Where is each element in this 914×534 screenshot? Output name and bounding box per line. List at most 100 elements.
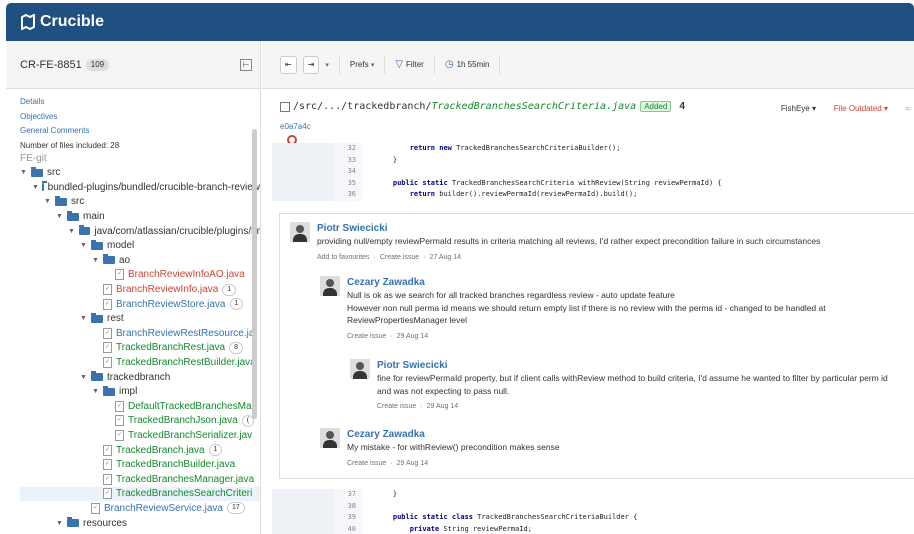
tree-folder[interactable]: ▼ java/com/atlassian/crucible/plugins/br <box>20 224 260 239</box>
comment-author[interactable]: Piotr Swiecicki <box>377 359 888 372</box>
toolbar-divider <box>433 55 435 74</box>
file-name[interactable]: TrackedBranchesSearchCriteria.java <box>431 101 636 112</box>
tree-item-label: TrackedBranchJson.java <box>128 415 238 427</box>
line-number[interactable]: 37 <box>334 489 362 501</box>
add-to-favourites-link[interactable]: Add to favourites <box>317 254 370 261</box>
file-outdated-menu[interactable]: File Outdated ▾ <box>834 104 888 113</box>
tree-item-label: TrackedBranchesSearchCriteri <box>116 488 253 500</box>
tree-folder[interactable]: ▼ trackedbranch <box>20 370 260 385</box>
tree-folder[interactable]: ▼ src <box>20 166 260 181</box>
caret-down-icon[interactable]: ▼ <box>80 315 88 322</box>
comment-author[interactable]: Piotr Swiecicki <box>317 222 820 235</box>
tree-folder[interactable]: ▼ ao <box>20 253 260 268</box>
tree-item-label: BranchReviewRestResource.ja <box>116 327 255 339</box>
create-issue-link[interactable]: Create issue <box>347 333 386 340</box>
general-comments-link[interactable]: General Comments <box>20 124 246 139</box>
code-text: private String reviewPermaId; <box>409 524 532 533</box>
folder-icon <box>91 371 103 382</box>
caret-down-icon[interactable]: ▼ <box>44 198 52 205</box>
next-file-button[interactable]: ⇥ <box>302 55 320 74</box>
tree-file[interactable]: ✓ DefaultTrackedBranchesMa <box>20 399 260 414</box>
create-issue-link[interactable]: Create issue <box>347 460 386 467</box>
prefs-label: Prefs <box>349 60 369 69</box>
tree-file[interactable]: ✓ BranchReviewService.java 17 <box>20 501 260 516</box>
caret-down-icon[interactable]: ▼ <box>80 374 88 381</box>
review-key[interactable]: CR-FE-8851 <box>20 59 82 71</box>
tree-file[interactable]: ✓ BranchReviewStore.java 1 <box>20 297 260 312</box>
caret-down-icon[interactable]: ▼ <box>20 169 28 176</box>
line-number[interactable]: 34 <box>334 166 362 178</box>
tree-folder[interactable]: ▼ main <box>20 209 260 224</box>
comment-author[interactable]: Cezary Zawadka <box>347 276 826 289</box>
create-issue-link[interactable]: Create issue <box>377 403 416 410</box>
fisheye-menu[interactable]: FishEye ▾ <box>781 104 816 113</box>
tree-item-label: main <box>83 211 105 223</box>
crucible-logo[interactable]: Crucible <box>20 13 104 31</box>
commit-link[interactable]: e0a7a4c <box>280 122 311 131</box>
prefs-menu[interactable]: Prefs ▾ <box>350 60 374 69</box>
avatar[interactable] <box>320 428 340 448</box>
file-header: /src/.../trackedbranch/TrackedBranchesSe… <box>262 89 914 145</box>
previous-file-button[interactable]: ⇤ <box>280 55 297 74</box>
caret-down-icon[interactable]: ▼ <box>56 213 64 220</box>
details-link[interactable]: Details <box>20 95 246 110</box>
tree-folder[interactable]: ▼ model <box>20 238 260 253</box>
tree-file[interactable]: ✓ TrackedBranchesSearchCriteri <box>20 486 260 502</box>
time-spent[interactable]: ◷ 1h 55min <box>445 59 490 70</box>
line-number[interactable]: 35 <box>334 177 362 189</box>
tree-folder[interactable]: ▼ resources <box>20 516 260 531</box>
gutter <box>272 143 334 155</box>
tree-item-label: src <box>47 167 61 179</box>
sidebar-scrollbar[interactable] <box>252 129 257 419</box>
caret-down-icon[interactable]: ▼ <box>68 228 76 235</box>
filter-button[interactable]: ▽ Filter <box>395 59 423 70</box>
tree-file[interactable]: ✓ BranchReviewRestResource.ja <box>20 326 260 341</box>
avatar[interactable] <box>290 222 310 242</box>
tree-folder[interactable]: ▼ bundled-plugins/bundled/crucible-branch… <box>20 180 260 195</box>
top-navigation-bar: Crucible <box>6 3 914 41</box>
tree-file[interactable]: ✓ TrackedBranchesManager.java <box>20 472 260 487</box>
caret-down-icon[interactable]: ▼ <box>92 388 100 395</box>
avatar[interactable] <box>320 276 340 296</box>
file-icon: ✓ <box>103 298 112 310</box>
comment-meta: Create issue · 29 Aug 14 <box>377 402 888 412</box>
collapse-sidebar-icon[interactable]: ⊢ <box>240 58 252 71</box>
file-tree: ▼ src ▼ bundled-plugins/bundled/crucible-br… <box>6 166 260 531</box>
tree-file[interactable]: ✓ TrackedBranchRestBuilder.java <box>20 355 260 370</box>
comment-author[interactable]: Cezary Zawadka <box>347 428 560 441</box>
code-block-top: 32 return new TrackedBranchesSearchCrite… <box>272 143 914 201</box>
avatar[interactable] <box>350 359 370 379</box>
review-count-badge: 109 <box>85 58 110 71</box>
tree-folder[interactable]: ▼ rest <box>20 311 260 326</box>
code-line: 39 public static class TrackedBranchesSe… <box>272 512 914 524</box>
expand-icon[interactable]: ⇐ <box>905 104 912 113</box>
caret-down-icon[interactable]: ▼ <box>80 242 88 249</box>
tree-file[interactable]: ✓ TrackedBranch.java 1 <box>20 443 260 458</box>
create-issue-link[interactable]: Create issue <box>380 254 419 261</box>
objectives-link[interactable]: Objectives <box>20 110 246 125</box>
filter-icon: ▽ <box>395 59 404 70</box>
line-number[interactable]: 33 <box>334 154 362 166</box>
tree-item-label: trackedbranch <box>107 371 171 383</box>
caret-down-icon[interactable]: ▼ <box>92 257 100 264</box>
file-icon: ✓ <box>91 502 100 514</box>
line-number[interactable]: 38 <box>334 500 362 512</box>
app-window: Crucible CR-FE-8851 109 ⊢ Details Object… <box>6 3 914 534</box>
line-number[interactable]: 32 <box>334 143 362 155</box>
tree-folder[interactable]: ▼ src <box>20 195 260 210</box>
chevron-down-icon[interactable]: ▾ <box>325 61 329 69</box>
line-number[interactable]: 36 <box>334 189 362 201</box>
caret-down-icon[interactable]: ▼ <box>32 184 39 191</box>
tree-file[interactable]: ✓ TrackedBranchJson.java( <box>20 414 260 429</box>
line-number[interactable]: 39 <box>334 512 362 524</box>
tree-item-label: BranchReviewStore.java <box>116 298 226 310</box>
line-number[interactable]: 40 <box>334 523 362 534</box>
tree-file[interactable]: ✓ TrackedBranchRest.java 8 <box>20 341 260 356</box>
caret-down-icon[interactable]: ▼ <box>56 520 64 527</box>
comment-text: and was not expecting to pass null. <box>377 385 510 396</box>
tree-file[interactable]: ✓ BranchReviewInfoAO.java <box>20 268 260 283</box>
tree-file[interactable]: ✓ TrackedBranchBuilder.java <box>20 457 260 472</box>
tree-folder[interactable]: ▼ impl <box>20 384 260 399</box>
tree-file[interactable]: ✓ TrackedBranchSerializer.jav <box>20 428 260 443</box>
tree-file[interactable]: ✓ BranchReviewInfo.java 1 <box>20 282 260 297</box>
